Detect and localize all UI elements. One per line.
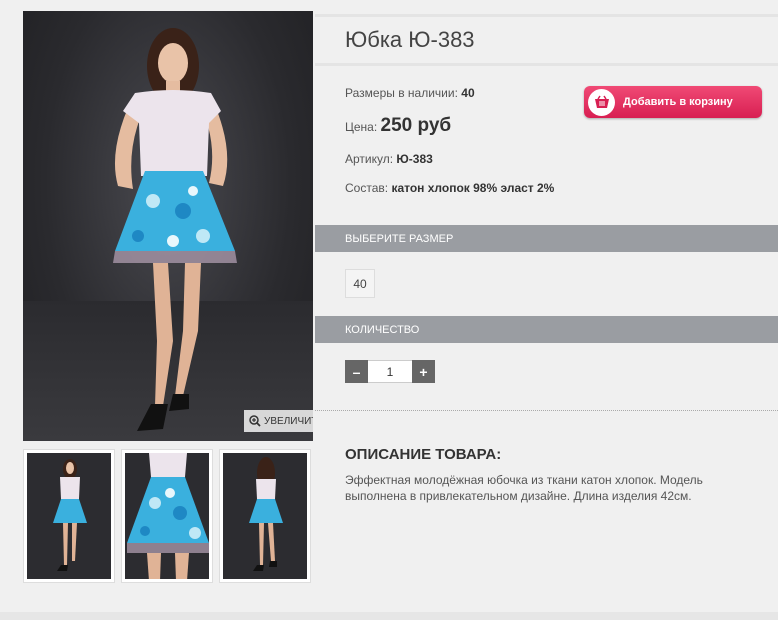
quantity-section-header: КОЛИЧЕСТВО [315, 316, 778, 343]
thumbnail-figure [249, 457, 283, 571]
composition-row: Состав: катон хлопок 98% эласт 2% [345, 181, 560, 196]
add-to-cart-label: Добавить в корзину [623, 96, 733, 108]
zoom-label: УВЕЛИЧИТЬ [264, 415, 313, 427]
price-label: Цена: [345, 120, 378, 134]
sizes-value: 40 [461, 86, 475, 100]
divider [315, 410, 778, 411]
quantity-input[interactable] [368, 360, 412, 383]
model-figure [113, 28, 237, 431]
sku-value: Ю-383 [396, 152, 433, 166]
size-section-header: ВЫБЕРИТЕ РАЗМЕР [315, 225, 778, 252]
main-product-photo[interactable]: УВЕЛИЧИТЬ [23, 11, 313, 441]
zoom-button[interactable]: УВЕЛИЧИТЬ [244, 410, 313, 432]
sku-row: Артикул: Ю-383 [345, 152, 433, 166]
thumbnail-figure [127, 453, 209, 579]
thumbnail-skirt-closeup[interactable] [121, 449, 213, 583]
quantity-stepper: – + [345, 360, 435, 383]
thumbnail-image [27, 453, 111, 579]
sizes-label: Размеры в наличии: [345, 86, 458, 100]
size-option-40[interactable]: 40 [345, 269, 375, 298]
sku-label: Артикул: [345, 152, 394, 166]
price-row: Цена: 250 руб [345, 115, 451, 137]
title-bar: Юбка Ю-383 [315, 14, 778, 66]
composition-value: катон хлопок 98% эласт 2% [391, 181, 555, 195]
thumbnail-front[interactable] [23, 449, 115, 583]
size-section-title: ВЫБЕРИТЕ РАЗМЕР [345, 232, 454, 245]
quantity-decrease-button[interactable]: – [345, 360, 368, 383]
thumbnail-back[interactable] [219, 449, 311, 583]
thumbnail-image [223, 453, 307, 579]
add-to-cart-button[interactable]: Добавить в корзину [584, 86, 762, 118]
price-value: 250 руб [380, 115, 452, 136]
composition-label: Состав: [345, 181, 389, 195]
quantity-increase-button[interactable]: + [412, 360, 435, 383]
zoom-in-icon [249, 415, 261, 427]
description-title: ОПИСАНИЕ ТОВАРА: [345, 446, 502, 463]
product-title: Юбка Ю-383 [345, 27, 475, 52]
thumbnail-image [125, 453, 209, 579]
basket-icon [588, 88, 615, 116]
page-bottom-border [0, 612, 778, 620]
quantity-section-title: КОЛИЧЕСТВО [345, 323, 420, 336]
thumbnail-figure [53, 459, 87, 571]
sizes-available: Размеры в наличии: 40 [345, 86, 475, 100]
description-text: Эффектная молодёжная юбочка из ткани кат… [345, 473, 703, 503]
